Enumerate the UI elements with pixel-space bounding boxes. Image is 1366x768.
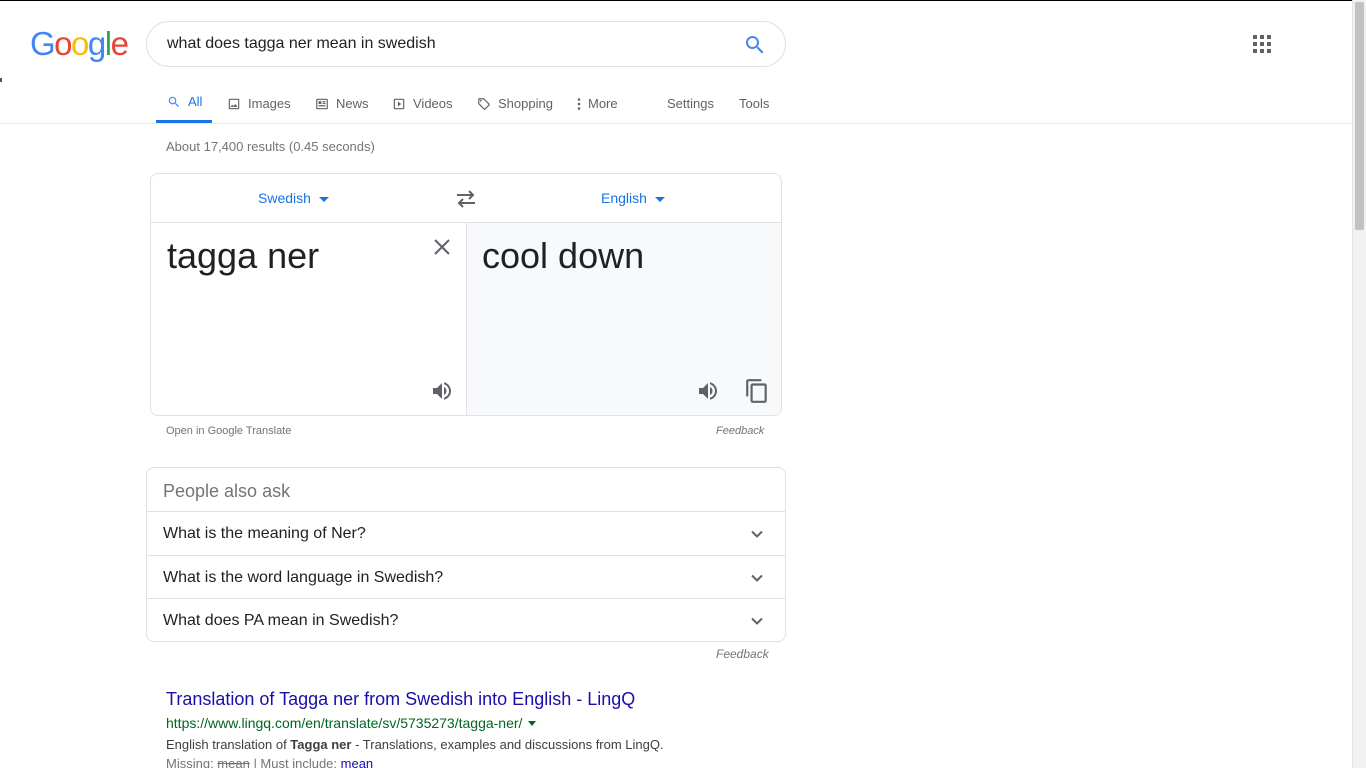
caret-down-icon bbox=[318, 196, 329, 202]
logo-letter: o bbox=[54, 25, 72, 62]
target-language-select[interactable]: English bbox=[601, 190, 665, 206]
copy-icon[interactable] bbox=[744, 378, 770, 404]
speaker-icon[interactable] bbox=[430, 379, 454, 403]
tab-videos-label: Videos bbox=[413, 95, 453, 111]
caret-down-icon[interactable] bbox=[528, 720, 537, 726]
tab-all[interactable]: All bbox=[156, 84, 213, 123]
result-missing-terms: Missing: mean | Must include: mean bbox=[166, 756, 373, 768]
google-logo[interactable]: Google bbox=[30, 25, 129, 62]
people-also-ask-title: People also ask bbox=[163, 481, 291, 501]
chevron-down-icon bbox=[751, 617, 763, 625]
tab-news-label: News bbox=[336, 95, 369, 111]
speaker-icon[interactable] bbox=[696, 379, 720, 403]
search-tabs: All Images News Videos Shopping More Set… bbox=[0, 84, 1352, 124]
caret-down-icon bbox=[654, 196, 665, 202]
paa-feedback-link[interactable]: Feedback bbox=[716, 647, 769, 661]
chevron-down-icon bbox=[751, 530, 763, 538]
left-edge-mark bbox=[0, 78, 2, 82]
tab-news[interactable]: News bbox=[314, 84, 369, 123]
tab-all-label: All bbox=[188, 94, 203, 109]
paa-question-text: What is the meaning of Ner? bbox=[163, 525, 366, 542]
paa-question[interactable]: What is the word language in Swedish? bbox=[147, 555, 785, 599]
snippet-text: English translation of bbox=[166, 737, 291, 752]
tab-settings[interactable]: Settings bbox=[667, 84, 714, 123]
source-language-label: Swedish bbox=[258, 190, 311, 206]
missing-label: Missing: bbox=[166, 756, 218, 768]
paa-question[interactable]: What does PA mean in Swedish? bbox=[147, 598, 785, 642]
tab-tools[interactable]: Tools bbox=[739, 84, 769, 123]
translate-feedback-link[interactable]: Feedback bbox=[716, 425, 764, 437]
open-in-google-translate-link[interactable]: Open in Google Translate bbox=[166, 425, 291, 437]
tab-images[interactable]: Images bbox=[226, 84, 291, 123]
play-video-icon bbox=[391, 96, 407, 112]
language-bar: Swedish English bbox=[151, 174, 781, 223]
must-include-label: | Must include: bbox=[249, 756, 341, 768]
translate-card: Swedish English tagga ner cool down bbox=[150, 173, 782, 416]
paa-question[interactable]: What is the meaning of Ner? bbox=[147, 511, 785, 555]
page-scrollbar[interactable] bbox=[1352, 0, 1366, 768]
must-include-link[interactable]: mean bbox=[341, 756, 374, 768]
source-language-select[interactable]: Swedish bbox=[258, 190, 329, 206]
snippet-bold-text: Tagga ner bbox=[290, 737, 352, 752]
tab-images-label: Images bbox=[248, 95, 291, 111]
tab-shopping-label: Shopping bbox=[498, 95, 553, 111]
result-url-text[interactable]: https://www.lingq.com/en/translate/sv/57… bbox=[166, 715, 522, 731]
newspaper-icon bbox=[314, 96, 330, 112]
search-input[interactable] bbox=[167, 35, 727, 53]
logo-letter: o bbox=[71, 25, 89, 62]
snippet-text: - Translations, examples and discussions… bbox=[351, 737, 664, 752]
tab-shopping[interactable]: Shopping bbox=[476, 84, 553, 123]
translated-text: cool down bbox=[482, 235, 645, 276]
tab-settings-label: Settings bbox=[667, 95, 714, 111]
logo-letter: G bbox=[30, 25, 56, 62]
tab-tools-label: Tools bbox=[739, 95, 770, 111]
apps-grid-icon[interactable] bbox=[1252, 34, 1272, 54]
search-box[interactable] bbox=[146, 21, 786, 67]
chevron-down-icon bbox=[751, 574, 763, 582]
source-text-pane[interactable]: tagga ner bbox=[151, 223, 467, 415]
result-title-link[interactable]: Translation of Tagga ner from Swedish in… bbox=[166, 689, 635, 710]
people-also-ask-box: People also ask What is the meaning of N… bbox=[146, 467, 786, 642]
target-text-pane: cool down bbox=[467, 223, 781, 415]
swap-languages-icon[interactable] bbox=[454, 188, 478, 210]
vertical-dots-icon bbox=[576, 96, 582, 112]
image-icon bbox=[226, 96, 242, 112]
scrollbar-thumb[interactable] bbox=[1355, 2, 1364, 230]
tab-more-label: More bbox=[588, 95, 618, 111]
tab-more[interactable]: More bbox=[576, 84, 618, 123]
paa-question-text: What does PA mean in Swedish? bbox=[163, 612, 399, 629]
tag-icon bbox=[476, 96, 492, 112]
multicolor-search-icon bbox=[166, 94, 182, 110]
source-text[interactable]: tagga ner bbox=[167, 236, 319, 276]
logo-letter: g bbox=[87, 25, 106, 62]
paa-question-text: What is the word language in Swedish? bbox=[163, 569, 444, 586]
clear-icon[interactable] bbox=[432, 237, 452, 257]
tab-videos[interactable]: Videos bbox=[391, 84, 453, 123]
missing-word: mean bbox=[217, 756, 250, 768]
result-url[interactable]: https://www.lingq.com/en/translate/sv/57… bbox=[166, 715, 537, 731]
search-icon[interactable] bbox=[743, 33, 767, 57]
target-language-label: English bbox=[601, 190, 647, 206]
result-snippet: English translation of Tagga ner - Trans… bbox=[166, 737, 664, 752]
window-top-border bbox=[0, 0, 1366, 1]
logo-letter: e bbox=[110, 25, 129, 62]
result-stats: About 17,400 results (0.45 seconds) bbox=[166, 139, 375, 154]
